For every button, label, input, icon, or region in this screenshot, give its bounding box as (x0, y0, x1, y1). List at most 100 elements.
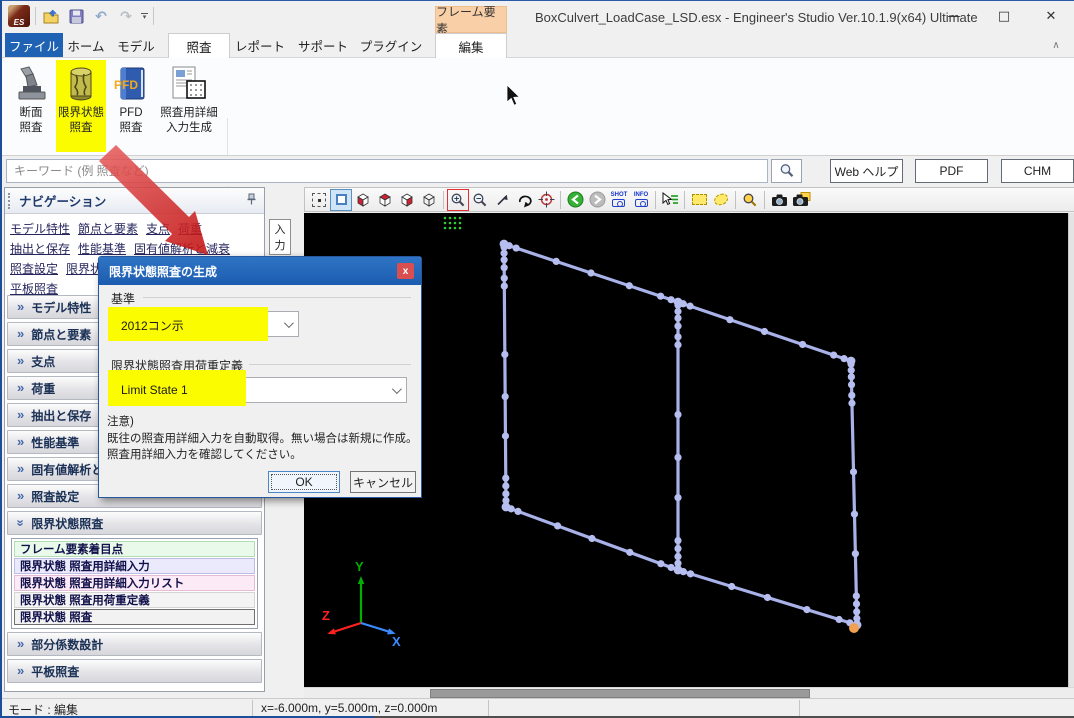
limit-state-generation-dialog: 限界状態照査の生成 x 基準 2012コン示 限界状態照査用荷重定義 Limit… (98, 256, 422, 498)
frame-node (674, 494, 681, 501)
ribbon-tab-7[interactable]: プラグイン (358, 33, 424, 57)
nav-link[interactable]: 性能基準 (78, 242, 126, 257)
sidebar-section[interactable]: »平板照査 (7, 659, 262, 683)
frame-node (687, 303, 694, 310)
frame-node (587, 269, 594, 276)
navigation-title: ナビゲーション (19, 191, 246, 210)
select-nodes-icon[interactable] (309, 190, 329, 210)
chevron-icon: » (17, 464, 24, 474)
help-button-2[interactable]: PDF (915, 159, 988, 183)
pick-cursor-icon[interactable] (660, 190, 680, 210)
ribbon-tab-4[interactable]: 照査 (168, 33, 230, 58)
frame-node (501, 351, 508, 358)
cancel-button[interactable]: キャンセル (350, 471, 416, 493)
info-shot-icon[interactable]: INFO (631, 190, 651, 210)
view-cube-top-icon[interactable] (375, 190, 395, 210)
dialog-title-bar[interactable]: 限界状態照査の生成 (99, 257, 421, 285)
sidebar-item[interactable]: フレーム要素着目点 (14, 541, 255, 557)
input-side-tab[interactable]: 入力 (269, 219, 291, 255)
divider (684, 191, 685, 209)
origin-marker-dot (449, 227, 452, 230)
drag-grip-icon[interactable] (8, 193, 11, 209)
divider (443, 191, 444, 209)
ribbon-button-4[interactable]: 照査用詳細 入力生成 (154, 60, 224, 152)
ribbon-tab-1[interactable]: ファイル (5, 33, 63, 57)
back-icon[interactable] (565, 190, 585, 210)
scrollbar-thumb[interactable] (430, 689, 810, 698)
nav-link[interactable]: モデル特性 (10, 222, 70, 237)
sidebar-item[interactable]: 限界状態 照査用詳細入力リスト (14, 575, 255, 591)
frame-joint (847, 357, 856, 366)
sidebar-section-label: 性能基準 (31, 434, 79, 451)
nav-link[interactable]: 節点と要素 (78, 222, 138, 237)
rect-select-icon[interactable] (689, 190, 709, 210)
minimize-button[interactable]: — (933, 3, 975, 29)
customize-quick-access-icon[interactable]: ▾ (141, 13, 148, 20)
view-cube-right-icon[interactable] (397, 190, 417, 210)
load-definition-combobox-value: Limit State 1 (121, 383, 188, 397)
save-icon[interactable] (66, 6, 86, 26)
undo-icon[interactable]: ↶ (91, 6, 111, 26)
shot-icon[interactable]: SHOT (609, 190, 629, 210)
sidebar-item[interactable]: 限界状態 照査用詳細入力 (14, 558, 255, 574)
sidebar-section[interactable]: »限界状態照査 (7, 511, 262, 535)
forward-icon[interactable] (587, 190, 607, 210)
nav-link[interactable]: 支点 (146, 222, 170, 237)
context-tab-edit[interactable]: 編集 (435, 33, 507, 58)
ribbon-tab-6[interactable]: サポート (294, 33, 352, 57)
frame-node (726, 316, 733, 323)
ok-button[interactable]: OK (268, 471, 340, 493)
ribbon-button-1[interactable]: 断面 照査 (8, 60, 54, 152)
rotate-icon[interactable] (514, 190, 534, 210)
pan-icon[interactable] (492, 190, 512, 210)
redo-icon[interactable]: ↷ (116, 6, 136, 26)
close-button[interactable]: ✕ (1030, 3, 1072, 29)
app-logo-icon[interactable]: ES (8, 5, 30, 27)
axis-arrowhead (358, 576, 364, 584)
ribbon-tab-5[interactable]: レポート (230, 33, 290, 57)
lasso-select-icon[interactable] (711, 190, 731, 210)
ribbon-button-2[interactable]: 限界状態 照査 (56, 60, 106, 152)
ribbon-button-label: 断面 照査 (20, 106, 43, 136)
pin-icon[interactable] (246, 192, 257, 210)
search-icon[interactable] (771, 159, 802, 183)
keyword-search-input[interactable] (6, 159, 768, 183)
nav-link[interactable]: 固有値解析と減衰 (134, 242, 230, 257)
maximize-button[interactable]: □ (983, 3, 1025, 29)
help-button-3[interactable]: CHM (1001, 159, 1074, 183)
center-target-icon[interactable] (536, 190, 556, 210)
snapshot-icon[interactable] (769, 190, 789, 210)
view-cube-wire-icon[interactable] (419, 190, 439, 210)
close-icon[interactable]: x (397, 263, 414, 279)
frame-node (502, 490, 509, 497)
ribbon-tab-2[interactable]: ホーム (62, 33, 110, 57)
sidebar-item-selected[interactable]: 限界状態 照査 (14, 609, 255, 625)
fit-view-icon[interactable] (331, 190, 351, 210)
snapshot-save-icon[interactable] (791, 190, 811, 210)
open-icon[interactable] (41, 6, 61, 26)
view-cube-left-icon[interactable] (353, 190, 373, 210)
frame-node (848, 381, 855, 388)
origin-marker-dot (444, 227, 447, 230)
nav-link[interactable]: 照査設定 (10, 262, 58, 277)
frame-node (657, 293, 664, 300)
frame-node (674, 308, 681, 315)
sidebar-section-label: 照査設定 (31, 488, 79, 505)
help-button-1[interactable]: Web ヘルプ (830, 159, 903, 183)
frame-node (674, 411, 681, 418)
viewport-vertical-scrollbar[interactable] (1068, 213, 1074, 687)
zoom-out-icon[interactable]: − (470, 190, 490, 210)
sidebar-item[interactable]: 限界状態 照査用荷重定義 (14, 592, 255, 608)
chevron-down-icon (392, 384, 402, 394)
sidebar-section[interactable]: »部分係数設計 (7, 632, 262, 656)
ribbon-tab-3[interactable]: モデル (112, 33, 160, 57)
origin-marker-dot (444, 217, 447, 220)
viewport-horizontal-scrollbar[interactable] (304, 687, 1074, 698)
ribbon-button-3[interactable]: PFDPFD 照査 (110, 60, 152, 152)
zoom-in-icon[interactable]: + (448, 190, 468, 210)
frame-node (667, 296, 674, 303)
zoom-region-icon[interactable] (740, 190, 760, 210)
nav-link[interactable]: 荷重 (178, 222, 202, 237)
origin-marker-dot (444, 222, 447, 225)
nav-link[interactable]: 抽出と保存 (10, 242, 70, 257)
